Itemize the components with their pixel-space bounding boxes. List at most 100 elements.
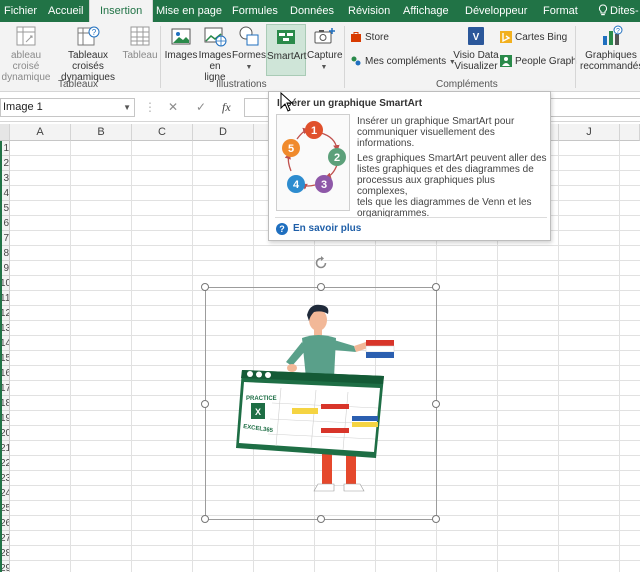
smartart-button[interactable]: SmartArt: [266, 24, 306, 76]
shapes-button[interactable]: Formes ▼: [232, 24, 266, 73]
online-images-button[interactable]: Images en ligne: [198, 24, 232, 83]
group-label-illustrations: Illustrations: [216, 79, 267, 90]
recommended-pivot-button[interactable]: ? Tableaux croisés dynamiques: [54, 24, 122, 83]
cancel-icon[interactable]: ✕: [168, 100, 178, 114]
images-button[interactable]: Images: [164, 24, 198, 61]
capture-button[interactable]: Capture ▼: [307, 24, 343, 73]
tooltip-text-line: tels que les diagrammes de Venn et les: [357, 197, 532, 208]
group-separator: [575, 26, 576, 88]
resize-handle-bottom[interactable]: [317, 515, 325, 523]
svg-text:?: ?: [616, 28, 620, 35]
my-addins-button[interactable]: Mes compléments ▼: [350, 55, 456, 69]
tab-insertion[interactable]: Insertion: [89, 0, 154, 22]
tab-revision[interactable]: Révision: [348, 0, 390, 22]
tell-me-label: Dites-: [610, 5, 639, 17]
grid-row-line: [10, 530, 640, 531]
grid-column-line: [558, 141, 559, 572]
tab-formules[interactable]: Formules: [232, 0, 278, 22]
smartart-label: SmartArt: [267, 51, 307, 62]
column-header-c[interactable]: C: [132, 124, 193, 141]
resize-handle-bottom-left[interactable]: [201, 515, 209, 523]
tooltip-text-line: listes graphiques et des diagrammes de: [357, 164, 534, 175]
column-header-j[interactable]: J: [559, 124, 620, 141]
grid-column-line: [619, 141, 620, 572]
table-button[interactable]: Tableau: [122, 24, 158, 61]
grid-column-line: [192, 141, 193, 572]
practice-excel-illustration: X PRACTICE EXCEL365: [236, 304, 395, 492]
column-header-a[interactable]: A: [10, 124, 71, 141]
column-header-b[interactable]: B: [71, 124, 132, 141]
tooltip-description: Insérer un graphique SmartArt pour commu…: [357, 116, 547, 149]
tooltip-divider: [275, 217, 547, 218]
tooltip-title: Insérer un graphique SmartArt: [277, 98, 423, 109]
cycle-label: 3: [321, 179, 327, 191]
recommended-pivot-label1: Tableaux croisés: [67, 50, 109, 72]
shapes-icon: [239, 26, 259, 46]
group-label-complements: Compléments: [436, 79, 498, 90]
insert-function-icon[interactable]: fx: [222, 100, 231, 115]
capture-label: Capture: [307, 50, 343, 61]
resize-handle-left[interactable]: [201, 400, 209, 408]
visio-label2: Visualizer: [454, 61, 498, 72]
tooltip-text-line: communiquer visuellement des information…: [357, 127, 495, 149]
tab-mise-en-page[interactable]: Mise en page: [156, 0, 222, 22]
recommended-charts-button[interactable]: ? Graphiques recommandés: [580, 24, 640, 72]
group-separator: [344, 26, 345, 88]
resize-handle-top-right[interactable]: [432, 283, 440, 291]
chevron-down-icon[interactable]: ▼: [123, 99, 131, 116]
column-header-d[interactable]: D: [193, 124, 254, 141]
tab-format[interactable]: Format: [543, 0, 578, 22]
help-icon: ?: [276, 223, 288, 235]
selected-rows-indicator: [0, 141, 2, 572]
tab-donnees[interactable]: Données: [290, 0, 334, 22]
group-separator: [160, 26, 161, 88]
mouse-pointer-icon: [280, 91, 294, 115]
tooltip-text-line: Les graphiques SmartArt peuvent aller de…: [357, 153, 547, 164]
cycle-label: 2: [334, 152, 340, 164]
visio-button[interactable]: V Visio Data Visualizer: [453, 24, 499, 72]
pivot-table-icon: [16, 26, 36, 46]
people-graph-icon: [500, 55, 512, 67]
resize-handle-bottom-right[interactable]: [432, 515, 440, 523]
formula-bar-grip-icon: ⋮: [144, 100, 158, 114]
tab-developpeur[interactable]: Développeur: [465, 0, 527, 22]
cycle-label: 5: [288, 143, 294, 155]
people-graph-button[interactable]: People Graph: [500, 55, 577, 69]
cycle-label: 1: [311, 125, 317, 137]
resize-handle-top-left[interactable]: [201, 283, 209, 291]
enter-icon[interactable]: ✓: [196, 100, 206, 114]
people-graph-label: People Graph: [515, 56, 577, 67]
ribbon-insertion: ableau croisé dynamique ? Tableaux crois…: [0, 22, 640, 92]
tooltip-text-line: processus aux graphiques plus complexes,: [357, 175, 495, 197]
group-label-tableaux: Tableaux: [58, 79, 99, 90]
recommended-charts-label2: recommandés: [580, 61, 640, 72]
selected-picture[interactable]: X PRACTICE EXCEL365: [205, 287, 437, 520]
bing-maps-button[interactable]: Cartes Bing: [500, 31, 567, 45]
bing-maps-icon: [500, 31, 512, 43]
svg-text:V: V: [473, 32, 480, 43]
rotate-handle-icon[interactable]: [313, 255, 329, 274]
smartart-preview: 1 2 3 4 5: [276, 114, 350, 211]
pivot-table-button[interactable]: ableau croisé dynamique: [0, 24, 52, 83]
tell-me-box[interactable]: Dites-: [598, 0, 639, 22]
learn-more-link[interactable]: ? En savoir plus: [276, 223, 361, 235]
online-picture-icon: [204, 27, 227, 47]
grid-column-line: [131, 141, 132, 572]
visio-icon: V: [468, 27, 484, 45]
grid-row-line: [10, 245, 640, 246]
tab-fichier[interactable]: Fichier: [4, 0, 37, 22]
store-icon: [351, 32, 361, 42]
picture-icon: [171, 28, 191, 45]
my-addins-label: Mes compléments: [365, 56, 447, 67]
select-all-corner[interactable]: [0, 124, 10, 141]
tooltip-details: Les graphiques SmartArt peuvent aller de…: [357, 153, 547, 219]
chevron-down-icon: ▼: [245, 64, 253, 71]
resize-handle-top[interactable]: [317, 283, 325, 291]
tab-affichage[interactable]: Affichage: [403, 0, 449, 22]
store-button[interactable]: Store: [350, 31, 389, 45]
name-box[interactable]: Image 1 ▼: [0, 98, 135, 117]
tab-accueil[interactable]: Accueil: [48, 0, 83, 22]
grid-row-line: [10, 275, 640, 276]
resize-handle-right[interactable]: [432, 400, 440, 408]
chevron-down-icon: ▼: [320, 64, 328, 71]
